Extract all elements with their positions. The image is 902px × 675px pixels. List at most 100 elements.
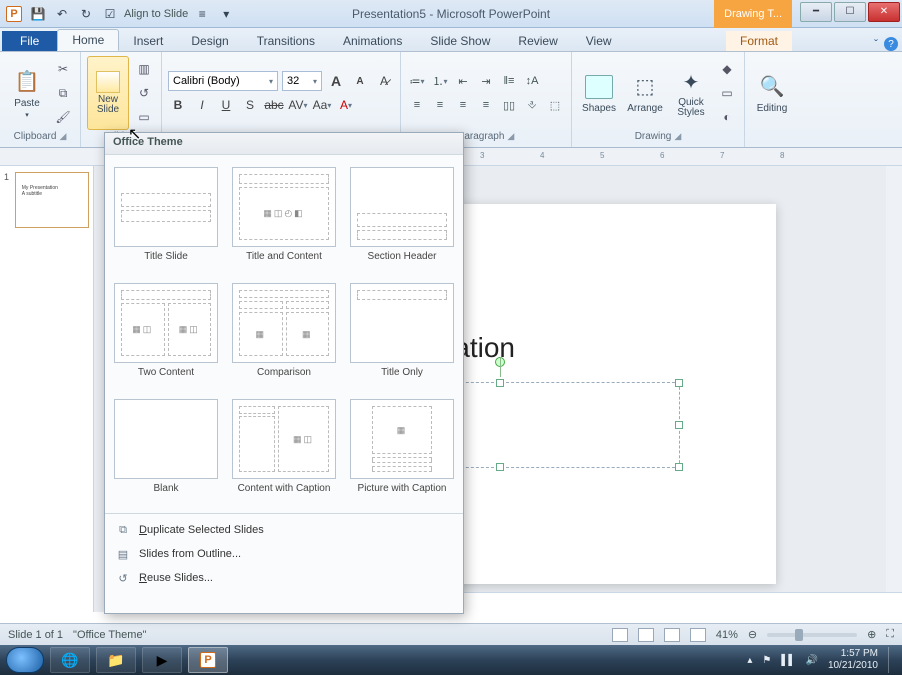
shapes-button[interactable]: Shapes [578,56,620,130]
normal-view-icon[interactable] [612,628,628,642]
align-center-icon[interactable]: ≡ [430,95,450,115]
vertical-scrollbar[interactable] [886,166,902,612]
decrease-indent-icon[interactable]: ⇤ [453,71,473,91]
clear-formatting-icon[interactable]: A̷ [374,71,394,91]
minimize-ribbon-icon[interactable]: ˇ [874,37,878,51]
zoom-thumb[interactable] [795,629,803,641]
sorter-view-icon[interactable] [638,628,654,642]
resize-handle-e[interactable] [675,421,683,429]
tray-network-icon[interactable]: ▌▌ [781,655,795,666]
tab-home[interactable]: Home [57,29,119,51]
zoom-slider[interactable] [767,633,857,637]
slides-panel[interactable]: 1 My Presentation A subtitle [0,166,94,612]
taskbar-media-icon[interactable]: ▶ [142,647,182,673]
checkbox-icon[interactable]: ☑ [100,4,120,24]
tab-view[interactable]: View [572,31,626,51]
tray-flag-icon[interactable]: ⚑ [762,655,771,666]
tray-up-icon[interactable]: ▴ [747,655,752,666]
duplicate-slides-item[interactable]: ⧉Duplicate Selected Slides [105,518,463,542]
shape-effects-icon[interactable]: ◐ [716,106,738,128]
layout-icon[interactable]: ▥ [133,58,155,80]
align-right-icon[interactable]: ≡ [453,95,473,115]
arrange-button[interactable]: ⬚Arrange [624,56,666,130]
layout-title-and-content[interactable]: ▦◫◴◧ Title and Content [227,167,341,277]
resize-handle-s[interactable] [496,463,504,471]
new-slide-button[interactable]: New Slide [87,56,129,130]
editing-button[interactable]: 🔍Editing [751,56,793,130]
shape-fill-icon[interactable]: ◆ [716,58,738,80]
layout-comparison[interactable]: ▦▦ Comparison [227,283,341,393]
redo-icon[interactable]: ↻ [76,4,96,24]
tab-insert[interactable]: Insert [119,31,177,51]
char-spacing-icon[interactable]: AV▾ [288,95,308,115]
shrink-font-icon[interactable]: A [350,71,370,91]
drawing-launcher-icon[interactable]: ◢ [674,131,681,141]
columns-icon[interactable]: ▯▯ [499,95,519,115]
tab-animations[interactable]: Animations [329,31,416,51]
slideshow-view-icon[interactable] [690,628,706,642]
paste-button[interactable]: 📋 Paste ▾ [6,56,48,130]
zoom-out-icon[interactable]: ⊖ [748,628,757,641]
justify-icon[interactable]: ≡ [476,95,496,115]
tab-format[interactable]: Format [726,31,792,51]
underline-button[interactable]: U [216,95,236,115]
show-desktop-button[interactable] [888,647,896,673]
line-spacing-icon[interactable]: ‖≡ [499,71,519,91]
qat-more-icon[interactable]: ▾ [216,4,236,24]
format-painter-icon[interactable]: 🖌 [52,106,74,128]
start-button[interactable] [6,647,44,673]
bullets-icon[interactable]: ≔▾ [407,71,427,91]
italic-button[interactable]: I [192,95,212,115]
layout-title-only[interactable]: Title Only [345,283,459,393]
section-icon[interactable]: ▭ [133,106,155,128]
shape-outline-icon[interactable]: ▭ [716,82,738,104]
slides-from-outline-item[interactable]: ▤Slides from Outline... [105,542,463,566]
align-text-icon[interactable]: ⎀ [522,95,542,115]
reading-view-icon[interactable] [664,628,680,642]
taskbar-explorer-icon[interactable]: 📁 [96,647,136,673]
layout-picture-with-caption[interactable]: ▦ Picture with Caption [345,399,459,509]
taskbar-powerpoint-icon[interactable]: P [188,647,228,673]
layout-two-content[interactable]: ▦◫▦◫ Two Content [109,283,223,393]
copy-icon[interactable]: ⧉ [52,82,74,104]
font-name-combo[interactable]: Calibri (Body)▾ [168,71,278,91]
tray-volume-icon[interactable]: 🔊 [805,655,817,666]
align-left-icon[interactable]: ≡ [407,95,427,115]
tab-file[interactable]: File [2,31,57,51]
tray-clock[interactable]: 1:57 PM 10/21/2010 [828,648,878,672]
paragraph-launcher-icon[interactable]: ◢ [507,131,514,141]
tab-review[interactable]: Review [504,31,571,51]
strikethrough-button[interactable]: abc [264,95,284,115]
cut-icon[interactable]: ✂ [52,58,74,80]
grow-font-icon[interactable]: A [326,71,346,91]
reset-icon[interactable]: ↺ [133,82,155,104]
increase-indent-icon[interactable]: ⇥ [476,71,496,91]
align-icon[interactable]: ≡ [192,4,212,24]
layout-blank[interactable]: Blank [109,399,223,509]
minimize-button[interactable]: ━ [800,2,832,22]
numbering-icon[interactable]: ⒈▾ [430,71,450,91]
tab-transitions[interactable]: Transitions [243,31,329,51]
save-icon[interactable]: 💾 [28,4,48,24]
resize-handle-n[interactable] [496,379,504,387]
close-button[interactable]: ✕ [868,2,900,22]
undo-icon[interactable]: ↶ [52,4,72,24]
text-direction-icon[interactable]: ↕A [522,71,542,91]
maximize-button[interactable]: ☐ [834,2,866,22]
taskbar-ie-icon[interactable]: 🌐 [50,647,90,673]
app-icon[interactable]: P [4,4,24,24]
tab-slideshow[interactable]: Slide Show [416,31,504,51]
resize-handle-ne[interactable] [675,379,683,387]
change-case-icon[interactable]: Aa▾ [312,95,332,115]
layout-content-with-caption[interactable]: ▦◫ Content with Caption [227,399,341,509]
layout-title-slide[interactable]: Title Slide [109,167,223,277]
reuse-slides-item[interactable]: ↺Reuse Slides... [105,566,463,590]
zoom-in-icon[interactable]: ⊕ [867,628,876,641]
tab-design[interactable]: Design [177,31,242,51]
help-icon[interactable]: ? [884,37,898,51]
clipboard-launcher-icon[interactable]: ◢ [59,131,66,141]
shadow-button[interactable]: S [240,95,260,115]
quick-styles-button[interactable]: ✦Quick Styles [670,56,712,130]
contextual-tab-drawing[interactable]: Drawing T... [714,0,792,28]
fit-to-window-icon[interactable]: ⛶ [886,628,894,641]
